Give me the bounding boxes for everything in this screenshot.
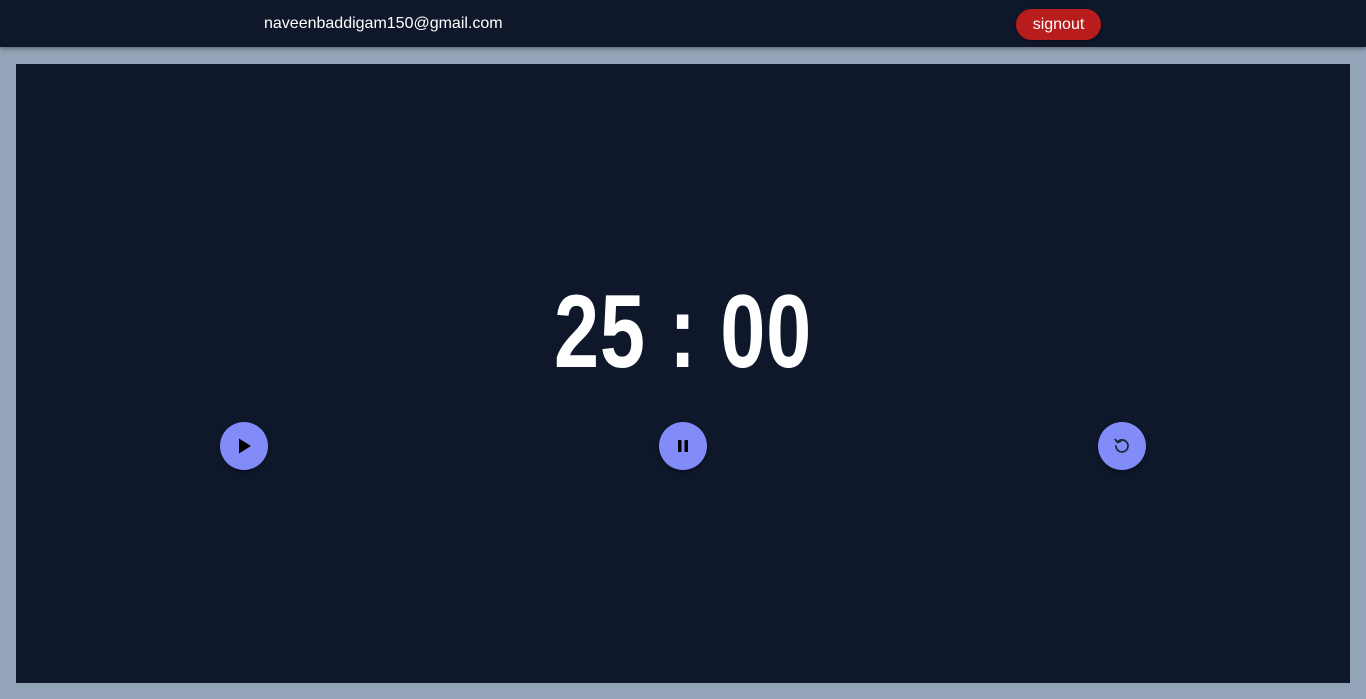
reset-button[interactable] — [1098, 422, 1146, 470]
top-bar: naveenbaddigam150@gmail.com signout — [0, 0, 1366, 47]
play-icon — [234, 436, 254, 456]
reset-icon — [1112, 436, 1132, 456]
pause-icon — [675, 438, 691, 454]
timer-display: 25 : 00 — [553, 274, 813, 390]
user-email: naveenbaddigam150@gmail.com — [264, 15, 503, 32]
signout-button[interactable]: signout — [1016, 9, 1101, 40]
play-button[interactable] — [220, 422, 268, 470]
pause-button[interactable] — [659, 422, 707, 470]
